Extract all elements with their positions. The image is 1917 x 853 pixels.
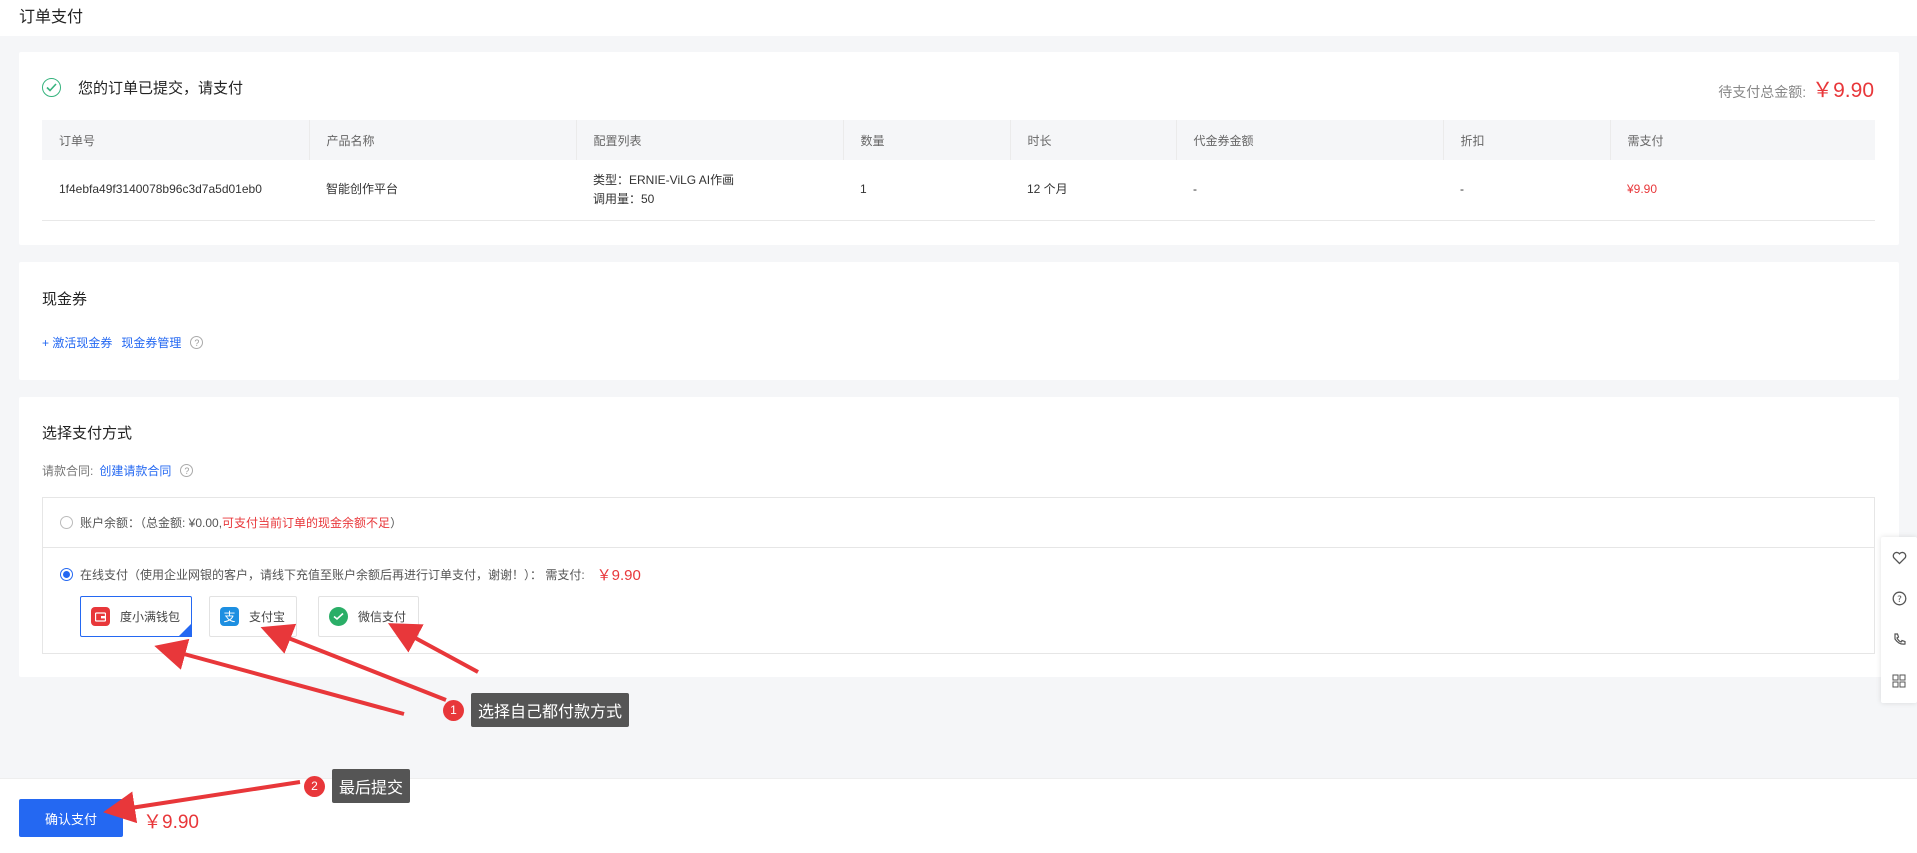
total-amount: ￥9.90 (1812, 79, 1874, 102)
favorite-icon[interactable] (1881, 537, 1917, 578)
payment-title: 选择支付方式 (42, 425, 133, 442)
config-type: 类型：ERNIE-ViLG AI作画 (593, 172, 735, 187)
bottom-amount: ￥9.90 (143, 812, 199, 833)
payment-options: 账户余额：（总金额: ¥0.00,可支付当前订单的现金余额不足） 在线支付（使用… (42, 497, 1875, 654)
help-circle-icon[interactable]: ? (1881, 578, 1917, 619)
annotation-number: 1 (443, 699, 464, 721)
balance-radio[interactable] (60, 516, 73, 529)
method-label: 微信支付 (358, 610, 407, 624)
bottom-bar: 确认支付 ￥9.90 (0, 778, 1917, 853)
table-header-row: 订单号 产品名称 配置列表 数量 时长 代金券金额 折扣 需支付 (42, 120, 1875, 160)
config-calls: 调用量：50 (593, 191, 655, 206)
coupon-amount: - (1176, 160, 1443, 221)
balance-suffix: ） (390, 516, 403, 530)
confirm-pay-button[interactable]: 确认支付 (19, 799, 123, 837)
annotation-2: 2 最后提交 (304, 769, 411, 803)
col-discount: 折扣 (1442, 120, 1610, 160)
annotation-text: 选择自己都付款方式 (471, 693, 630, 727)
duxiaoman-wallet-icon (91, 607, 110, 626)
create-contract-link[interactable]: 创建请款合同 (99, 462, 171, 479)
online-label: 在线支付（使用企业网银的客户，请线下充值至账户余额后再进行订单支付，谢谢！）： … (80, 568, 585, 582)
balance-label: 账户余额：（总金额: ¥0.00,可支付当前订单的现金余额不足） (80, 514, 402, 531)
duration: 12 个月 (1010, 160, 1176, 221)
annotation-number: 2 (304, 775, 325, 797)
check-circle-icon (42, 78, 61, 97)
method-label: 支付宝 (249, 610, 286, 624)
total-due: 待支付总金额: ￥9.90 (1718, 74, 1874, 104)
order-card: 您的订单已提交，请支付 待支付总金额: ￥9.90 订单号 产品名称 配置列表 … (19, 52, 1899, 245)
alipay-icon: 支 (220, 607, 239, 626)
product-name: 智能创作平台 (309, 160, 576, 221)
success-row: 您的订单已提交，请支付 (42, 77, 243, 98)
balance-option[interactable]: 账户余额：（总金额: ¥0.00,可支付当前订单的现金余额不足） (43, 498, 1874, 548)
method-duxiaoman[interactable]: 度小满钱包 (80, 596, 192, 637)
col-duration: 时长 (1009, 120, 1176, 160)
payment-card: 选择支付方式 请款合同: 创建请款合同 ? 账户余额：（总金额: ¥0.00,可… (19, 397, 1899, 677)
activate-coupon-link[interactable]: + 激活现金券 (42, 334, 112, 351)
annotation-text: 最后提交 (332, 769, 411, 803)
method-alipay[interactable]: 支 支付宝 (209, 596, 297, 637)
annotation-1: 1 选择自己都付款方式 (443, 693, 630, 727)
pay-amount: ¥9.90 (1610, 160, 1875, 221)
page-title: 订单支付 (19, 9, 84, 26)
contract-row: 请款合同: 创建请款合同 ? (42, 462, 194, 479)
method-label: 度小满钱包 (120, 610, 181, 624)
col-quantity: 数量 (842, 120, 1010, 160)
top-bar: 订单支付 (0, 0, 1917, 36)
coupon-card: 现金券 + 激活现金券 现金券管理 ? (19, 262, 1899, 380)
contract-label: 请款合同: (42, 464, 94, 478)
col-config: 配置列表 (575, 120, 843, 160)
table-row: 1f4ebfa49f3140078b96c3d7a5d01eb0 智能创作平台 … (42, 160, 1875, 221)
method-wechat[interactable]: 微信支付 (318, 596, 419, 637)
order-id: 1f4ebfa49f3140078b96c3d7a5d01eb0 (42, 160, 309, 221)
float-toolbar: ? (1881, 537, 1917, 703)
quantity: 1 (843, 160, 1010, 221)
svg-text:?: ? (1897, 595, 1902, 605)
col-order-id: 订单号 (42, 120, 309, 160)
phone-icon[interactable] (1881, 619, 1917, 660)
balance-text: 账户余额：（总金额: ¥0.00, (80, 516, 223, 530)
coupon-manage-link[interactable]: 现金券管理 (121, 334, 181, 351)
col-product: 产品名称 (308, 120, 576, 160)
online-option[interactable]: 在线支付（使用企业网银的客户，请线下充值至账户余额后再进行订单支付，谢谢！）： … (60, 564, 641, 585)
balance-warning: 可支付当前订单的现金余额不足 (222, 516, 391, 530)
col-pay: 需支付 (1609, 120, 1875, 160)
success-message: 您的订单已提交，请支付 (78, 80, 244, 97)
total-label: 待支付总金额: (1718, 84, 1807, 100)
coupon-title: 现金券 (42, 291, 88, 308)
coupon-links: + 激活现金券 现金券管理 ? (42, 334, 204, 351)
wechat-pay-icon (329, 607, 348, 626)
config-list: 类型：ERNIE-ViLG AI作画 调用量：50 (576, 160, 843, 221)
order-table: 订单号 产品名称 配置列表 数量 时长 代金券金额 折扣 需支付 1f4ebfa… (42, 120, 1875, 221)
online-radio[interactable] (60, 568, 73, 581)
help-icon[interactable]: ? (180, 464, 194, 477)
col-coupon: 代金券金额 (1175, 120, 1443, 160)
discount: - (1443, 160, 1610, 221)
grid-icon[interactable] (1881, 660, 1917, 701)
online-amount: ￥9.90 (596, 567, 641, 584)
help-icon[interactable]: ? (190, 336, 204, 349)
